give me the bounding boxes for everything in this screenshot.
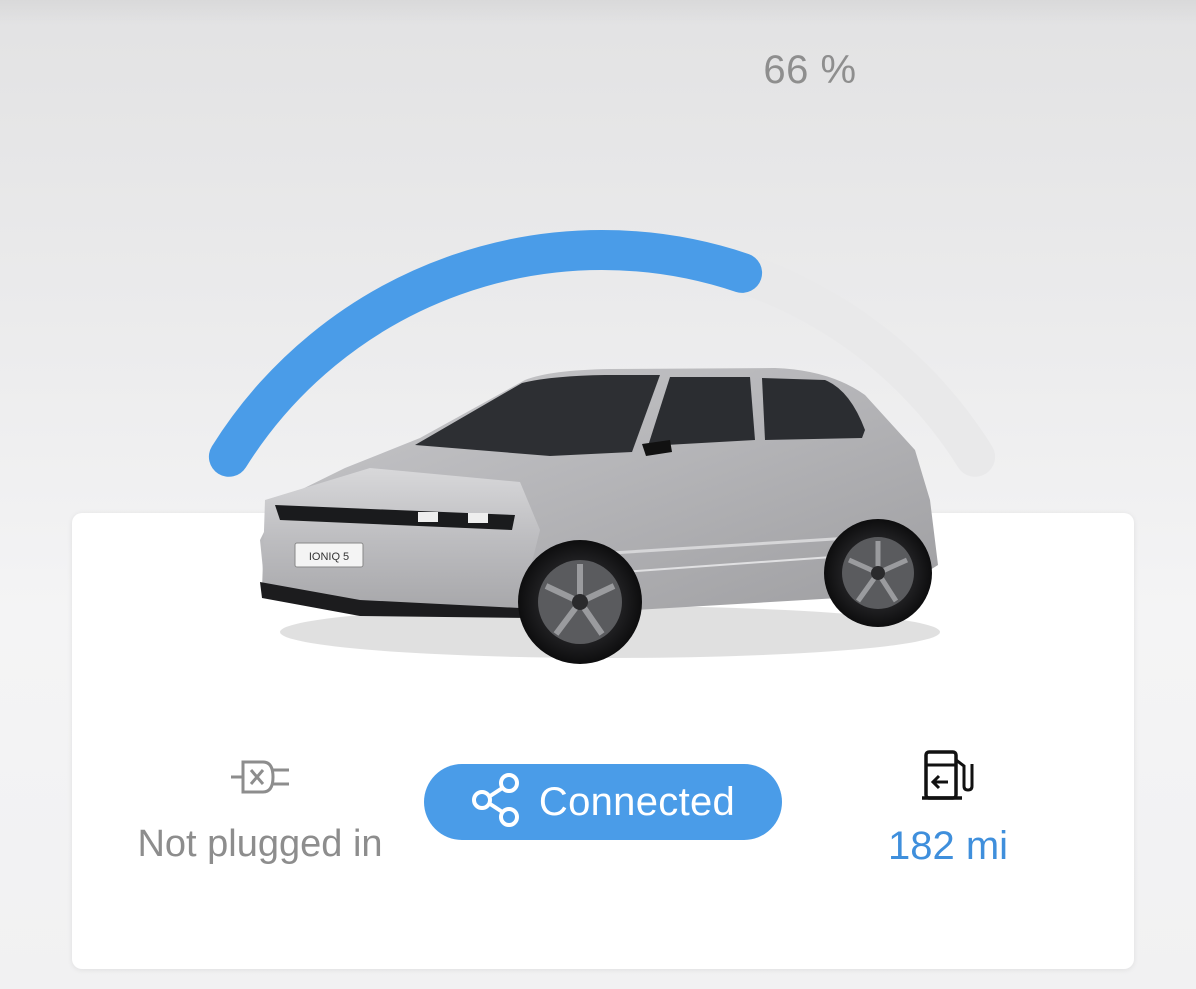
range-status: 182 mi (856, 746, 1040, 874)
plug-status: Not plugged in (130, 752, 390, 872)
plug-disconnected-icon (130, 752, 390, 802)
range-value: 182 mi (887, 824, 1009, 868)
fuel-pump-icon (856, 746, 1040, 806)
share-icon (471, 772, 521, 832)
plug-status-text: Not plugged in (137, 823, 383, 865)
vehicle-status-screen: 66 % IONIQ 5 Not plugged in Connected 18… (0, 0, 1196, 989)
connected-label: Connected (538, 779, 736, 824)
connected-button[interactable]: Connected (424, 764, 782, 840)
car-badge-text: IONIQ 5 (309, 551, 349, 563)
battery-percent-label: 66 % (763, 48, 857, 92)
car-illustration: IONIQ 5 (260, 368, 940, 664)
